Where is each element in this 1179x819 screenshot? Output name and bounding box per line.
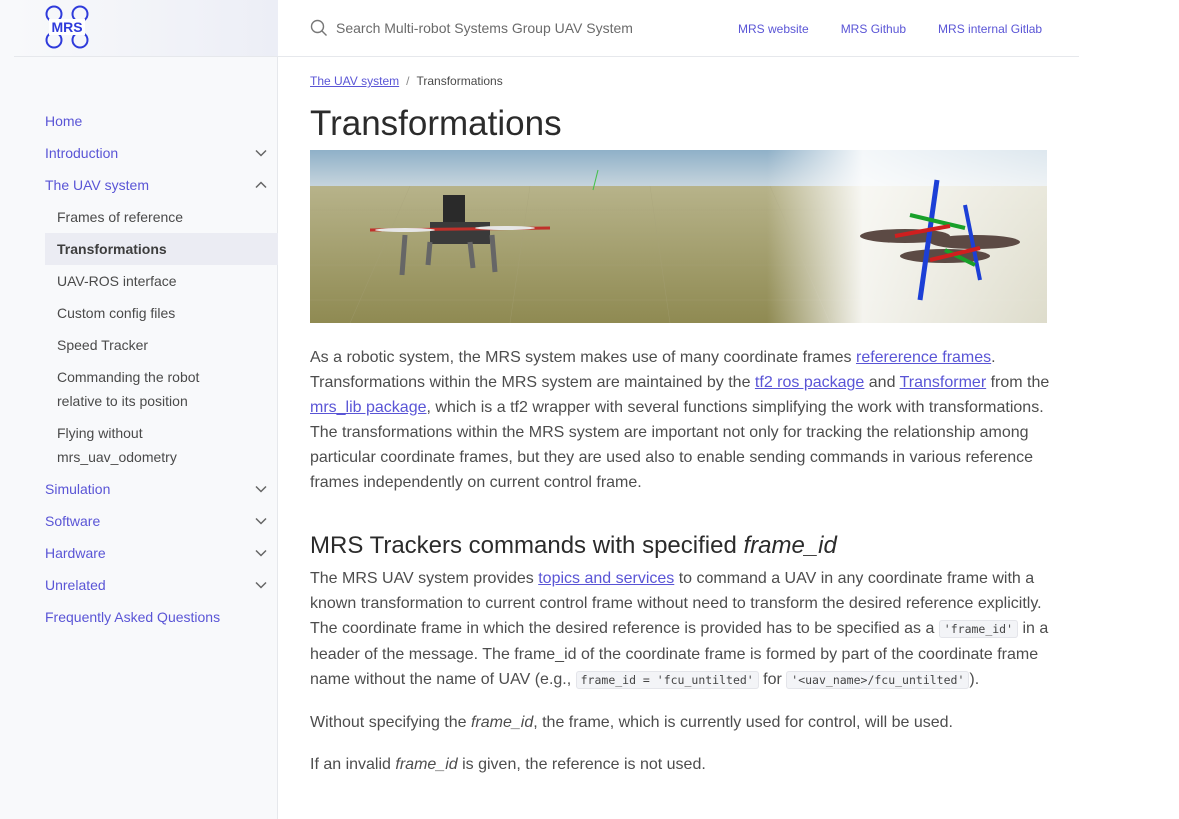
search-input[interactable] xyxy=(336,20,676,36)
sidebar-nav: Home Introduction The UAV system Frames … xyxy=(0,105,278,633)
simulation-scene-illustration xyxy=(310,150,1047,323)
paragraph-emphasis: frame_id xyxy=(395,756,458,773)
paragraph-text: ). xyxy=(969,671,980,688)
section-heading-emphasis: frame_id xyxy=(743,532,837,559)
sidebar-item-software[interactable]: Software xyxy=(0,505,278,537)
inline-code-frame-id: 'frame_id' xyxy=(938,620,1019,638)
breadcrumb: The UAV system / Transformations xyxy=(310,74,1050,90)
sidebar-subitem-frames-of-reference[interactable]: Frames of reference xyxy=(0,201,278,233)
inline-code-uav-frame: '<uav_name>/fcu_untilted' xyxy=(786,671,970,689)
chevron-up-icon[interactable] xyxy=(253,169,269,201)
sidebar-item-label: Unrelated xyxy=(45,577,106,593)
sidebar-item-label: Frequently Asked Questions xyxy=(45,609,221,625)
sidebar-subitem-label: Transformations xyxy=(57,241,167,257)
link-transformer[interactable]: Transformer xyxy=(900,374,987,391)
chevron-down-icon[interactable] xyxy=(253,505,269,537)
search-icon xyxy=(310,19,327,36)
logo-text: MRS xyxy=(51,19,82,35)
sidebar-subitem-label: Frames of reference xyxy=(57,209,184,225)
sidebar-header: MRS xyxy=(14,0,278,57)
sidebar-item-simulation[interactable]: Simulation xyxy=(0,473,278,505)
paragraph-text: The MRS UAV system provides xyxy=(310,570,539,587)
link-topics-and-services[interactable]: topics and services xyxy=(538,570,674,587)
sidebar: MRS Home Introduction The UAV system Fra… xyxy=(0,0,278,819)
sidebar-subitem-flying-without-odometry[interactable]: Flying without mrs_uav_odometry xyxy=(0,417,278,473)
sidebar-subitem-commanding-relative[interactable]: Commanding the robot relative to its posi… xyxy=(0,361,278,417)
sidebar-subitem-label: UAV-ROS interface xyxy=(57,273,177,289)
sidebar-item-faq[interactable]: Frequently Asked Questions xyxy=(0,601,278,633)
sidebar-item-label: Hardware xyxy=(45,545,106,561)
paragraph-emphasis: frame_id xyxy=(470,714,534,731)
sidebar-subitem-label: Speed Tracker xyxy=(57,337,149,353)
sidebar-subitem-speed-tracker[interactable]: Speed Tracker xyxy=(0,329,278,361)
sidebar-item-unrelated[interactable]: Unrelated xyxy=(0,569,278,601)
paragraph-text: for xyxy=(758,671,787,688)
chevron-down-icon[interactable] xyxy=(253,137,269,169)
sidebar-subitem-custom-config-files[interactable]: Custom config files xyxy=(0,297,278,329)
sidebar-item-home[interactable]: Home xyxy=(0,105,278,137)
section-paragraph-1: The MRS UAV system provides topics and s… xyxy=(310,566,1050,693)
sidebar-subitem-label-line2: relative to its position xyxy=(57,393,188,409)
sidebar-subitem-uav-ros-interface[interactable]: UAV-ROS interface xyxy=(0,265,278,297)
sidebar-subitem-label: Custom config files xyxy=(57,305,176,321)
sidebar-item-label: Software xyxy=(45,513,101,529)
sidebar-item-label: The UAV system xyxy=(45,177,149,193)
hero-image-simulation-drones xyxy=(310,150,1047,323)
chevron-down-icon[interactable] xyxy=(253,569,269,601)
breadcrumb-current: Transformations xyxy=(416,74,503,88)
paragraph-text: Without specifying the xyxy=(310,714,471,731)
link-mrs-lib-package[interactable]: mrs_lib package xyxy=(310,399,427,416)
section-heading-text: MRS Trackers commands with specified xyxy=(310,532,744,559)
main-content: The UAV system / Transformations Transform… xyxy=(310,57,1050,777)
sidebar-item-label: Home xyxy=(45,113,83,129)
sidebar-item-hardware[interactable]: Hardware xyxy=(0,537,278,569)
page-title: Transformations xyxy=(310,104,562,143)
sidebar-subitem-label: Flying without xyxy=(57,425,143,441)
section-heading: MRS Trackers commands with specified fra… xyxy=(310,531,1050,561)
intro-text: As a robotic system, the MRS system make… xyxy=(310,349,856,366)
intro-text: from the xyxy=(986,374,1050,391)
sidebar-item-label: Simulation xyxy=(45,481,111,497)
section-paragraph-2: Without specifying the frame_id, the fra… xyxy=(310,710,1050,735)
chevron-down-icon[interactable] xyxy=(253,473,269,505)
breadcrumb-separator: / xyxy=(406,74,410,88)
link-mrs-website[interactable]: MRS website xyxy=(738,22,809,36)
paragraph-text: , the frame, which is currently used for… xyxy=(533,714,953,731)
link-mrs-github[interactable]: MRS Github xyxy=(841,22,906,36)
sidebar-subitem-label-line2: mrs_uav_odometry xyxy=(57,449,177,465)
paragraph-text: is given, the reference is not used. xyxy=(457,756,706,773)
link-tf2-ros-package[interactable]: tf2 ros package xyxy=(755,374,864,391)
sidebar-subitem-transformations[interactable]: Transformations xyxy=(45,233,278,265)
top-bar: MRS website MRS Github MRS internal Gitl… xyxy=(278,0,1079,57)
search-box[interactable] xyxy=(310,14,690,42)
mrs-logo-icon[interactable]: MRS xyxy=(45,5,89,49)
sidebar-subitem-label: Commanding the robot xyxy=(57,369,200,385)
link-reference-frames[interactable]: refererence frames xyxy=(856,349,991,366)
sidebar-item-label: Introduction xyxy=(45,145,119,161)
intro-paragraph: As a robotic system, the MRS system make… xyxy=(310,345,1050,495)
sidebar-item-introduction[interactable]: Introduction xyxy=(0,137,278,169)
link-mrs-internal-gitlab[interactable]: MRS internal Gitlab xyxy=(938,22,1042,36)
sidebar-item-the-uav-system[interactable]: The UAV system xyxy=(0,169,278,201)
section-paragraph-3: If an invalid frame_id is given, the ref… xyxy=(310,752,1050,777)
paragraph-text: If an invalid xyxy=(310,756,396,773)
chevron-down-icon[interactable] xyxy=(253,537,269,569)
intro-text: and xyxy=(864,374,900,391)
breadcrumb-parent-link[interactable]: The UAV system xyxy=(310,74,399,88)
inline-code-frame-id-example: frame_id = 'fcu_untilted' xyxy=(575,671,759,689)
top-links: MRS website MRS Github MRS internal Gitl… xyxy=(738,0,1074,57)
